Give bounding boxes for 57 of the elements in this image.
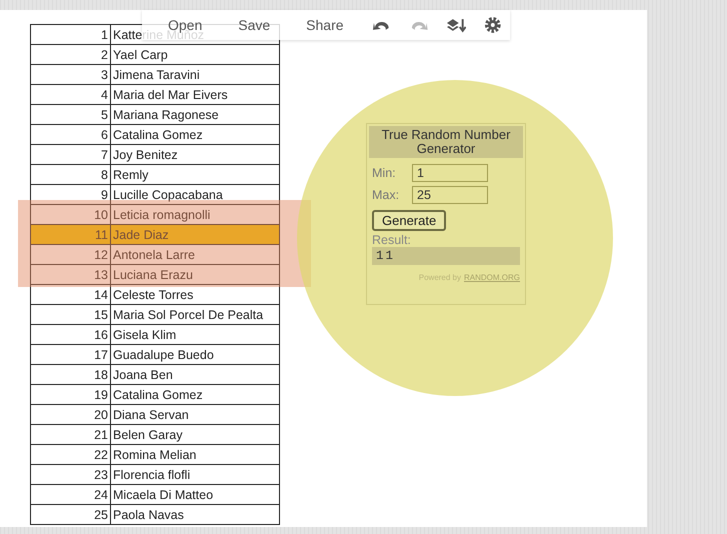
row-number: 18 <box>30 364 110 384</box>
name-cell: Romina Melian <box>110 444 280 464</box>
result-label: Result: <box>371 232 412 247</box>
row-number: 6 <box>30 124 110 144</box>
name-cell: Maria del Mar Eivers <box>110 84 280 104</box>
max-field[interactable]: 25 <box>412 186 488 204</box>
row-number: 9 <box>30 184 110 204</box>
row-number: 24 <box>30 484 110 504</box>
row-number: 1 <box>30 24 110 44</box>
row-number: 14 <box>30 284 110 304</box>
name-cell: Catalina Gomez <box>110 384 280 404</box>
row-number: 19 <box>30 384 110 404</box>
row-number: 17 <box>30 344 110 364</box>
name-cell: Diana Servan <box>110 404 280 424</box>
name-cell: Joana Ben <box>110 364 280 384</box>
name-cell: Celeste Torres <box>110 284 280 304</box>
row-number: 21 <box>30 424 110 444</box>
result-value: 11 <box>372 247 520 265</box>
toolbar-button[interactable]: Share <box>290 15 360 35</box>
row-number: 15 <box>30 304 110 324</box>
row-number: 25 <box>30 504 110 524</box>
name-cell: Catalina Gomez <box>110 124 280 144</box>
widget-title: True Random Number Generator <box>369 126 523 158</box>
name-cell: Maria Sol Porcel De Pealta <box>110 304 280 324</box>
name-cell: Luciana Erazu <box>110 264 280 284</box>
max-label: Max: <box>372 188 400 202</box>
row-number: 20 <box>30 404 110 424</box>
name-cell: Micaela Di Matteo <box>110 484 280 504</box>
name-cell: Florencia flofli <box>110 464 280 484</box>
name-cell: Yael Carp <box>110 44 280 64</box>
min-label: Min: <box>372 166 397 180</box>
row-number: 23 <box>30 464 110 484</box>
name-cell: Gisela Klim <box>110 324 280 344</box>
row-number: 2 <box>30 44 110 64</box>
name-cell: Remly <box>110 164 280 184</box>
row-number: 11 <box>30 224 110 244</box>
row-number: 5 <box>30 104 110 124</box>
name-cell: Lucille Copacabana <box>110 184 280 204</box>
name-cell: Paola Navas <box>110 504 280 524</box>
name-cell: Jade Diaz <box>110 224 280 244</box>
row-number: 16 <box>30 324 110 344</box>
row-number: 4 <box>30 84 110 104</box>
name-cell: Belen Garay <box>110 424 280 444</box>
generate-button[interactable]: Generate <box>372 210 446 231</box>
row-number: 22 <box>30 444 110 464</box>
row-number: 13 <box>30 264 110 284</box>
min-field[interactable]: 1 <box>412 164 488 182</box>
row-number: 8 <box>30 164 110 184</box>
layers-icon[interactable] <box>444 16 466 34</box>
row-number: 7 <box>30 144 110 164</box>
row-number: 3 <box>30 64 110 84</box>
name-cell: Guadalupe Buedo <box>110 344 280 364</box>
name-cell: Mariana Ragonese <box>110 104 280 124</box>
name-cell: Joy Benitez <box>110 144 280 164</box>
row-number: 12 <box>30 244 110 264</box>
name-cell: Antonela Larre <box>110 244 280 264</box>
name-cell: Jimena Taravini <box>110 64 280 84</box>
